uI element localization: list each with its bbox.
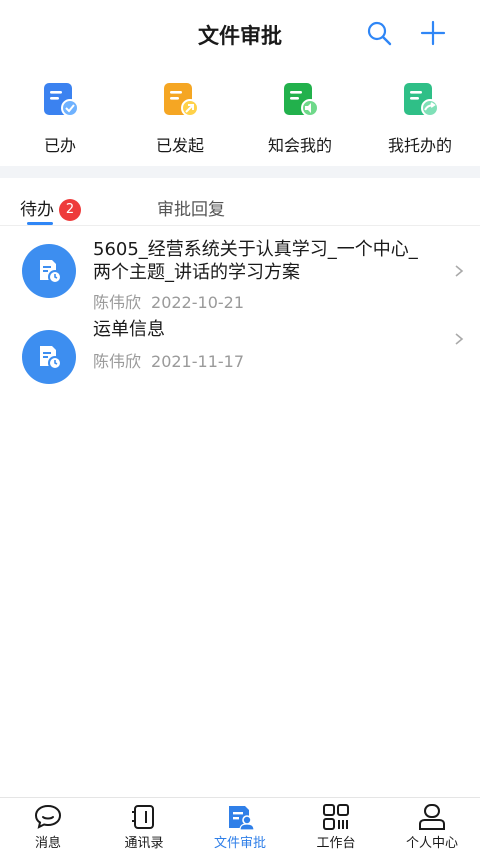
quick-action-label: 已办 [43,136,76,155]
plus-icon[interactable] [418,18,448,48]
nav-label: 通讯录 [124,836,164,851]
item-meta: 陈伟欣 2022-10-21 [93,289,244,313]
page-title: 文件审批 [198,24,282,48]
search-icon[interactable] [364,18,394,48]
item-author: 陈伟欣 [93,352,142,371]
approval-icon [229,806,255,831]
chevron-right-icon [455,333,464,345]
nav-messages[interactable]: 消息 [0,798,96,853]
document-clock-icon [22,244,76,298]
approval-list: 5605_经营系统关于认真学习_一个中心_两个主题_讲话的学习方案 陈伟欣 202… [0,226,480,392]
nav-contacts[interactable]: 通讯录 [96,798,192,853]
nav-file-approval[interactable]: 文件审批 [192,798,288,853]
notify-doc-icon [284,83,319,117]
active-tab-indicator [27,222,53,225]
nav-workbench[interactable]: 工作台 [288,798,384,853]
item-title: 运单信息 [93,319,165,340]
tab-approval-replies[interactable]: 审批回复 [157,195,225,220]
item-author: 陈伟欣 [93,293,142,312]
delegate-doc-icon [404,83,439,117]
bottom-nav: 消息 通讯录 文件审批 工作台 个人中心 [0,797,480,853]
nav-label: 文件审批 [213,836,266,851]
document-clock-icon [22,330,76,384]
nav-label: 个人中心 [405,836,458,851]
item-date: 2021-11-17 [151,352,244,371]
profile-icon [419,804,445,830]
quick-action-notify[interactable]: 知会我的 [240,70,360,166]
item-title: 5605_经营系统关于认真学习_一个中心_两个主题_讲话的学习方案 [93,239,418,283]
item-meta: 陈伟欣 2021-11-17 [93,348,244,372]
tab-bar: 待办 2 审批回复 [0,178,480,226]
chevron-right-icon [455,265,464,277]
tab-todo[interactable]: 待办 2 [20,195,81,221]
workbench-icon [323,804,349,830]
list-item[interactable]: 运单信息 陈伟欣 2021-11-17 [0,312,480,392]
nav-profile[interactable]: 个人中心 [384,798,480,853]
done-doc-icon [44,83,79,117]
nav-label: 工作台 [316,836,356,851]
header: 文件审批 [0,0,480,66]
contacts-icon [132,805,154,829]
quick-action-label: 已发起 [155,136,204,155]
item-date: 2022-10-21 [151,293,244,312]
quick-action-label: 知会我的 [267,136,332,155]
quick-action-label: 我托办的 [387,136,452,155]
tab-label: 待办 [20,200,54,220]
section-divider [0,166,480,178]
list-item[interactable]: 5605_经营系统关于认真学习_一个中心_两个主题_讲话的学习方案 陈伟欣 202… [0,226,480,312]
quick-actions: 已办 已发起 知会我的 我托办的 [0,70,480,166]
initiated-doc-icon [164,83,199,117]
chat-icon [34,804,62,829]
count-badge: 2 [59,199,81,221]
nav-label: 消息 [34,836,61,851]
tab-label: 审批回复 [157,200,225,220]
quick-action-done[interactable]: 已办 [0,70,120,166]
quick-action-initiated[interactable]: 已发起 [120,70,240,166]
quick-action-delegate[interactable]: 我托办的 [360,70,480,166]
